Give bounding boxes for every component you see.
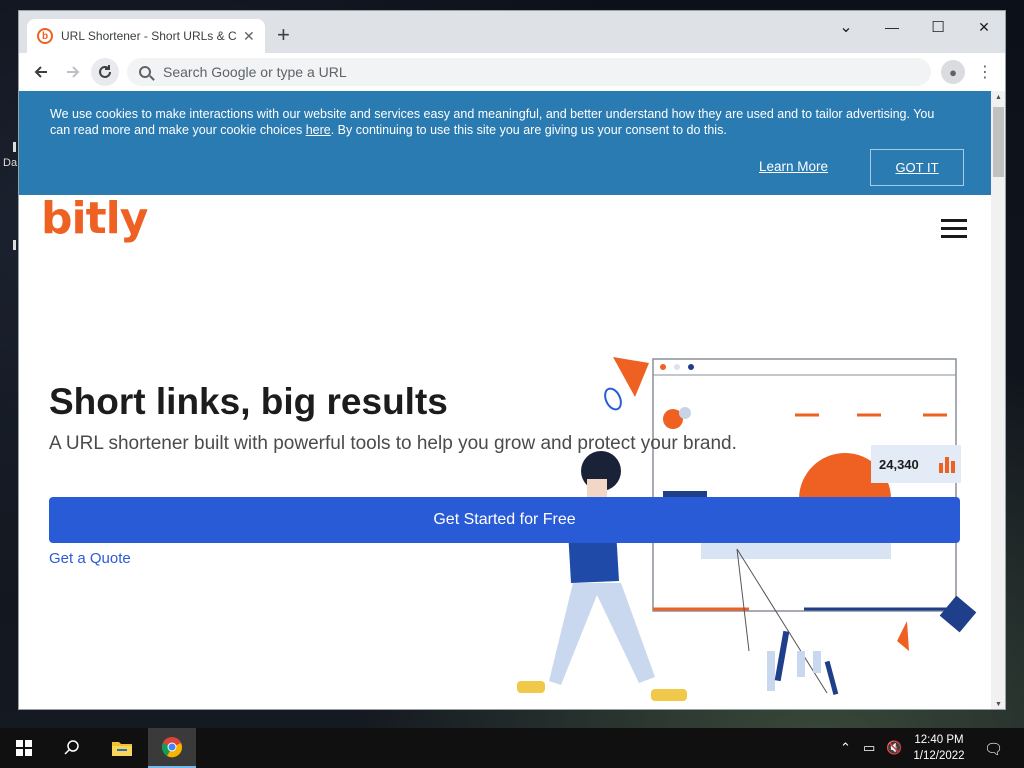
scroll-down-icon[interactable]: ▼ bbox=[995, 701, 1002, 708]
chrome-taskbar-button[interactable] bbox=[148, 728, 196, 768]
network-icon[interactable]: ▭ bbox=[863, 740, 875, 756]
mini-bar bbox=[945, 457, 949, 473]
floor-bar bbox=[774, 630, 790, 682]
chrome-icon bbox=[162, 737, 182, 758]
volume-muted-icon[interactable]: 🔇 bbox=[886, 740, 902, 756]
reload-icon bbox=[99, 65, 111, 78]
desktop-icon-fragment bbox=[13, 240, 16, 250]
floor-bar bbox=[767, 651, 775, 691]
window-dot bbox=[660, 364, 666, 370]
hamburger-menu-icon[interactable] bbox=[941, 219, 967, 239]
folder-icon bbox=[112, 742, 132, 756]
forward-button[interactable] bbox=[59, 58, 87, 86]
tab-strip: b URL Shortener - Short URLs & Custom ✕ … bbox=[19, 11, 1005, 53]
mini-bar bbox=[939, 463, 943, 473]
clock-date: 1/12/2022 bbox=[913, 750, 965, 762]
tab-title: URL Shortener - Short URLs & Custom bbox=[61, 29, 237, 43]
close-window-button[interactable]: ✕ bbox=[961, 11, 1005, 43]
stat-card-value: 24,340 bbox=[879, 457, 919, 472]
orange-triangle-shape bbox=[613, 357, 649, 397]
learn-more-link[interactable]: Learn More bbox=[759, 159, 828, 174]
address-placeholder: Search Google or type a URL bbox=[163, 64, 347, 80]
file-explorer-button[interactable] bbox=[98, 728, 146, 768]
page-viewport: 24,340 We use cookies to make interactio… bbox=[19, 91, 991, 709]
search-icon bbox=[139, 66, 151, 78]
cookie-choices-link[interactable]: here bbox=[306, 123, 331, 137]
back-button[interactable] bbox=[27, 58, 55, 86]
get-started-button[interactable]: Get Started for Free bbox=[49, 497, 960, 543]
person-shoe-shape bbox=[651, 689, 687, 701]
address-bar[interactable]: Search Google or type a URL bbox=[127, 58, 931, 86]
new-tab-button[interactable]: + bbox=[277, 24, 290, 46]
window-dot bbox=[688, 364, 694, 370]
page-scrollbar[interactable]: ▲ ▼ bbox=[991, 91, 1005, 709]
search-button[interactable] bbox=[48, 728, 96, 768]
profile-icon[interactable]: ● bbox=[941, 60, 965, 84]
window-dot bbox=[674, 364, 680, 370]
forward-arrow-icon bbox=[67, 66, 80, 78]
mini-bar bbox=[951, 461, 955, 473]
start-button[interactable] bbox=[0, 728, 48, 768]
hero-title: Short links, big results bbox=[49, 381, 448, 422]
floor-bar bbox=[797, 651, 805, 677]
browser-window: b URL Shortener - Short URLs & Custom ✕ … bbox=[18, 10, 1006, 710]
cookie-text-end: . By continuing to use this site you are… bbox=[330, 123, 727, 137]
desktop-icon-label[interactable]: Da bbox=[3, 157, 17, 169]
scroll-up-icon[interactable]: ▲ bbox=[995, 94, 1002, 101]
clock-time: 12:40 PM bbox=[914, 734, 964, 746]
tab-close-icon[interactable]: ✕ bbox=[243, 28, 255, 45]
get-quote-link[interactable]: Get a Quote bbox=[49, 550, 131, 567]
cookie-banner: We use cookies to make interactions with… bbox=[19, 91, 991, 195]
scrollbar-thumb[interactable] bbox=[993, 107, 1004, 177]
minimize-button[interactable]: — bbox=[869, 11, 915, 43]
desktop-icon-fragment bbox=[13, 142, 16, 152]
windows-logo-icon bbox=[16, 740, 32, 756]
notifications-icon[interactable]: 🗨 bbox=[984, 740, 1003, 758]
got-it-button[interactable]: GOT IT bbox=[870, 149, 964, 186]
cookie-message: We use cookies to make interactions with… bbox=[50, 106, 950, 138]
small-triangle-shape bbox=[897, 621, 909, 651]
bitly-logo[interactable]: bitly bbox=[41, 193, 148, 244]
hero-subtitle: A URL shortener built with powerful tool… bbox=[49, 433, 737, 454]
tray-chevron-icon[interactable]: ⌃ bbox=[840, 740, 851, 756]
browser-menu-icon[interactable]: ⋮ bbox=[977, 60, 993, 84]
grey-dot-shape bbox=[679, 407, 691, 419]
floor-bar bbox=[824, 660, 839, 695]
paperclip-icon bbox=[604, 387, 622, 411]
browser-tab-active[interactable]: b URL Shortener - Short URLs & Custom ✕ bbox=[27, 19, 265, 53]
person-legs-shape bbox=[549, 583, 655, 685]
maximize-button[interactable]: ☐ bbox=[915, 11, 961, 43]
browser-toolbar: Search Google or type a URL ● ⋮ bbox=[19, 53, 1005, 91]
person-shoe-shape bbox=[517, 681, 545, 693]
windows-taskbar: ⌃ ▭ 🔇 12:40 PM 1/12/2022 🗨 bbox=[0, 728, 1024, 768]
taskbar-clock[interactable]: 12:40 PM 1/12/2022 bbox=[904, 732, 974, 764]
search-icon bbox=[64, 740, 79, 755]
reload-button[interactable] bbox=[91, 58, 119, 86]
back-arrow-icon bbox=[34, 66, 47, 78]
floor-bar bbox=[813, 651, 821, 673]
tab-search-button[interactable]: ⌄ bbox=[823, 11, 869, 43]
bitly-favicon-icon: b bbox=[37, 28, 53, 44]
